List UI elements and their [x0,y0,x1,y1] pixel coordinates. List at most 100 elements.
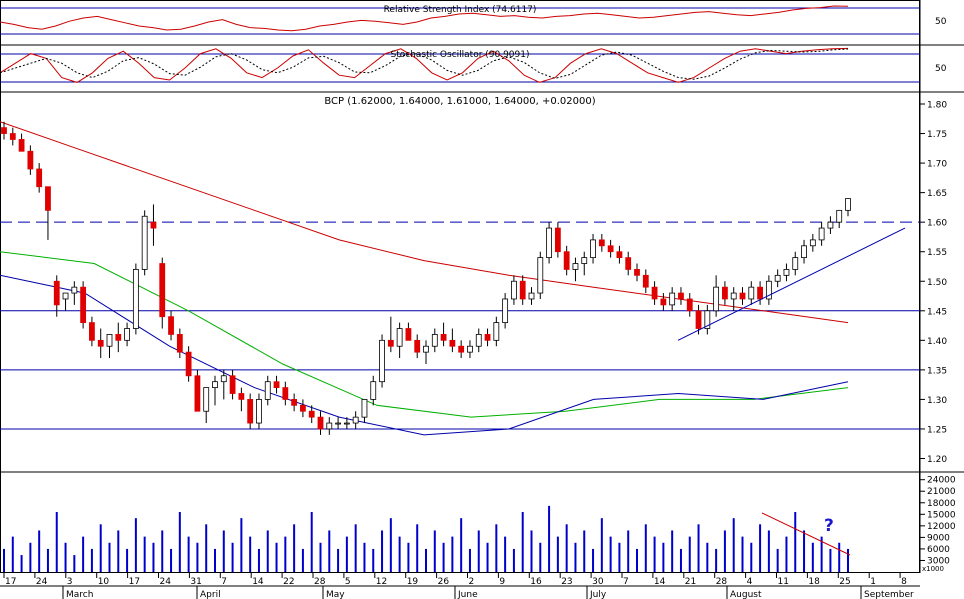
volume-tick-label: 12000 [927,522,956,532]
candle [678,287,684,305]
candle [739,287,746,305]
day-tick-label: 16 [530,577,542,587]
day-tick-label: 18 [808,577,820,587]
candle-body [634,269,640,276]
candle-body [176,334,183,353]
candle-body [106,334,113,347]
candle-body [212,381,218,389]
candle-body [317,416,324,430]
candle [502,293,509,329]
price-tick-label: 1.40 [927,337,947,347]
candle [590,233,596,264]
candle [801,239,807,264]
candle [97,328,104,359]
candle-body [370,381,377,400]
candle-body [229,375,236,394]
price-tick-label: 1.60 [927,219,947,229]
candle-body [62,292,69,300]
candle-body [836,209,843,223]
candle-body [845,198,851,211]
volume-scale-label: x1000 [922,565,944,573]
candle-body [124,328,130,341]
candle [159,257,166,329]
candle [467,340,473,359]
candle-body [739,292,746,300]
price-tick-label: 1.35 [927,366,947,376]
candle-body [18,139,25,152]
candle-body [616,251,623,259]
volume-annotation: ? [824,516,834,536]
date-axis: 17 24 3 10 17 24 31 7 14 22 28 5 12 19 26 2 9 16 23 30 7 14 21… [0,573,920,599]
candle [45,186,51,240]
price-tick-label: 1.65 [927,189,947,199]
candle-body [537,257,544,294]
volume-tick-label: 24000 [927,476,956,486]
candle [809,233,816,252]
candle [326,417,333,435]
price-title: BCP (1.62000, 1.64000, 1.61000, 1.64000,… [324,96,595,107]
day-tick-label: 19 [407,577,419,587]
candle [194,369,201,412]
candle-body [343,422,350,425]
candle-body [396,328,403,347]
month-label: March [66,590,93,599]
candle [713,275,720,317]
stoch-title: Stochastic Oscillator (90.9091) [390,50,529,60]
candle [449,328,456,353]
candle [132,263,139,335]
day-tick-label: 8 [901,577,907,587]
candle-body [528,292,535,300]
candle [519,275,526,305]
candle [563,245,570,276]
candle [634,263,640,282]
candle [686,293,693,317]
candle [827,216,834,234]
candle [511,275,517,305]
volume-tick-label: 6000 [927,545,950,555]
candle-body [792,257,799,270]
price-tick-label: 1.75 [927,130,947,140]
volume-tick-label: 21000 [927,487,956,497]
chart-window: Relative Strength Index (74.6117) 50 Sto… [0,0,964,599]
candle-body [71,286,78,294]
candle [115,322,122,353]
candle-body [291,399,298,406]
candle-body [89,322,95,341]
candle-body [748,286,755,300]
candle-body [387,339,394,347]
price-tick-label: 1.70 [927,160,947,170]
candle [106,334,113,359]
candle-body [379,339,385,383]
candle-body [194,375,201,412]
candle-body [220,375,227,383]
candle-body [519,280,526,300]
candle-body [730,292,737,300]
candle [150,204,157,246]
month-label: August [730,590,762,599]
day-tick-label: 10 [98,577,110,587]
candle-body [352,416,359,424]
day-tick-label: 24 [36,577,48,587]
candle-body [695,310,702,329]
candle-body [502,298,509,324]
day-tick-label: 7 [623,577,629,587]
candle [396,322,403,359]
candle-body [405,328,412,341]
candle-body [115,334,122,341]
day-tick-label: 4 [747,577,753,587]
candle [792,251,799,276]
candle-body [27,150,34,170]
candle-body [669,292,676,306]
candle [238,387,245,412]
candle-body [642,274,649,288]
candle [185,346,192,382]
candle-body [247,399,254,424]
rsi-level-label: 50 [935,17,947,27]
candle [9,127,16,146]
candle-body [625,257,632,270]
candle-body [563,251,570,270]
candle-body [458,345,465,353]
candle-body [141,215,148,270]
candle [818,222,825,246]
day-tick-label: 3 [67,577,73,587]
